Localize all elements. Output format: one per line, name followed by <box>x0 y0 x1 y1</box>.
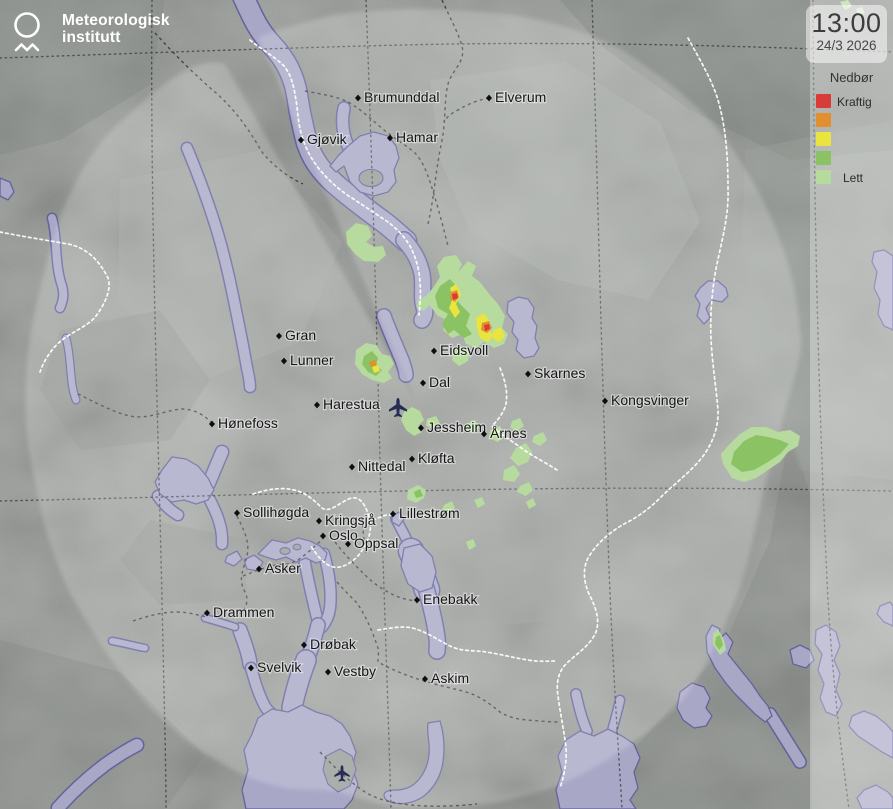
legend-label: Lett <box>843 171 863 185</box>
city-marker-enebakk: Enebakk <box>414 591 478 607</box>
city-marker-elverum: Elverum <box>486 89 546 105</box>
precipitation-legend: Nedbør Kraftig Lett <box>810 70 893 187</box>
time-label: 13:00 <box>806 8 887 38</box>
city-marker-h-nefoss: Hønefoss <box>209 415 278 431</box>
city-label: Lunner <box>290 352 334 368</box>
city-label: Drøbak <box>310 636 357 652</box>
city-marker-jessheim: Jessheim <box>418 419 486 435</box>
legend-swatch <box>816 113 831 127</box>
city-label: Skarnes <box>534 365 585 381</box>
city-label: Gjøvik <box>307 131 348 147</box>
city-label: Kringsjå <box>325 512 376 528</box>
city-marker-brumunddal: Brumunddal <box>355 89 440 105</box>
legend-swatch <box>816 94 831 108</box>
city-label: Nittedal <box>358 458 405 474</box>
city-marker-drammen: Drammen <box>204 604 274 620</box>
city-label: Brumunddal <box>364 89 440 105</box>
city-label: Oppsal <box>354 535 398 551</box>
legend-item: Kraftig <box>810 92 893 111</box>
city-label: Dal <box>429 374 450 390</box>
city-label: Kongsvinger <box>611 392 689 408</box>
legend-label: Kraftig <box>837 95 872 109</box>
legend-title: Nedbør <box>810 70 893 85</box>
timestamp-box: 13:00 24/3 2026 <box>806 5 887 63</box>
legend-item: Lett <box>810 168 893 187</box>
met-logo: Meteorologisk institutt <box>10 10 170 54</box>
radar-screenshot: Brumunddal Elverum Gjøvik Hamar Gran Lunner Ei… <box>0 0 893 809</box>
legend-swatch <box>816 151 831 165</box>
legend-item <box>810 111 893 130</box>
legend-swatch <box>816 170 831 184</box>
city-label: Askim <box>431 670 469 686</box>
city-label: Harestua <box>323 396 380 412</box>
city-marker-lillestr-m: Lillestrøm <box>390 505 460 521</box>
city-marker-dr-bak: Drøbak <box>301 636 357 652</box>
legend-item <box>810 130 893 149</box>
logo-line2: institutt <box>62 29 170 46</box>
city-label: Jessheim <box>427 419 486 435</box>
city-marker-kringsj-: Kringsjå <box>316 512 376 528</box>
city-label: Kløfta <box>418 450 455 466</box>
city-label: Svelvik <box>257 659 302 675</box>
met-logo-icon <box>10 10 50 54</box>
radar-map: Brumunddal Elverum Gjøvik Hamar Gran Lunner Ei… <box>0 0 893 809</box>
city-label: Lillestrøm <box>399 505 460 521</box>
city-label: Enebakk <box>423 591 478 607</box>
legend-swatch <box>816 132 831 146</box>
city-marker-nittedal: Nittedal <box>349 458 405 474</box>
city-marker-kongsvinger: Kongsvinger <box>602 392 689 408</box>
city-label: Årnes <box>490 425 527 441</box>
met-logo-text: Meteorologisk institutt <box>62 12 170 47</box>
city-marker-harestua: Harestua <box>314 396 380 412</box>
city-label: Vestby <box>334 663 376 679</box>
city-label: Elverum <box>495 89 546 105</box>
city-label: Asker <box>265 560 301 576</box>
city-marker-skarnes: Skarnes <box>525 365 585 381</box>
legend-item <box>810 149 893 168</box>
logo-line1: Meteorologisk <box>62 12 170 29</box>
city-label: Gran <box>285 327 316 343</box>
city-label: Drammen <box>213 604 274 620</box>
city-marker-sollih-gda: Sollihøgda <box>234 504 309 520</box>
city-marker-svelvik: Svelvik <box>248 659 302 675</box>
city-label: Hønefoss <box>218 415 278 431</box>
city-marker-eidsvoll: Eidsvoll <box>431 342 488 358</box>
date-label: 24/3 2026 <box>806 38 887 53</box>
city-label: Hamar <box>396 129 438 145</box>
city-label: Sollihøgda <box>243 504 309 520</box>
city-label: Eidsvoll <box>440 342 488 358</box>
